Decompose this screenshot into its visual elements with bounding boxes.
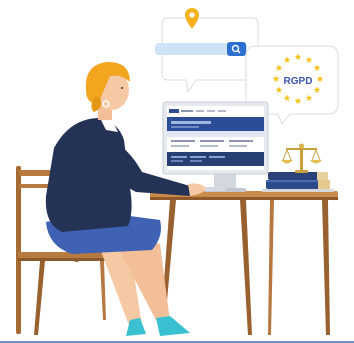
search-bubble xyxy=(155,8,259,94)
desk xyxy=(150,191,338,335)
shoe-right xyxy=(156,316,190,336)
rgpd-label: RGPD xyxy=(284,76,313,87)
site-logo xyxy=(169,109,179,113)
monitor xyxy=(162,101,269,192)
illustration: RGPD xyxy=(0,0,354,343)
search-button xyxy=(227,42,246,56)
scales-of-justice-icon xyxy=(281,143,322,173)
scene: RGPD xyxy=(0,8,354,343)
